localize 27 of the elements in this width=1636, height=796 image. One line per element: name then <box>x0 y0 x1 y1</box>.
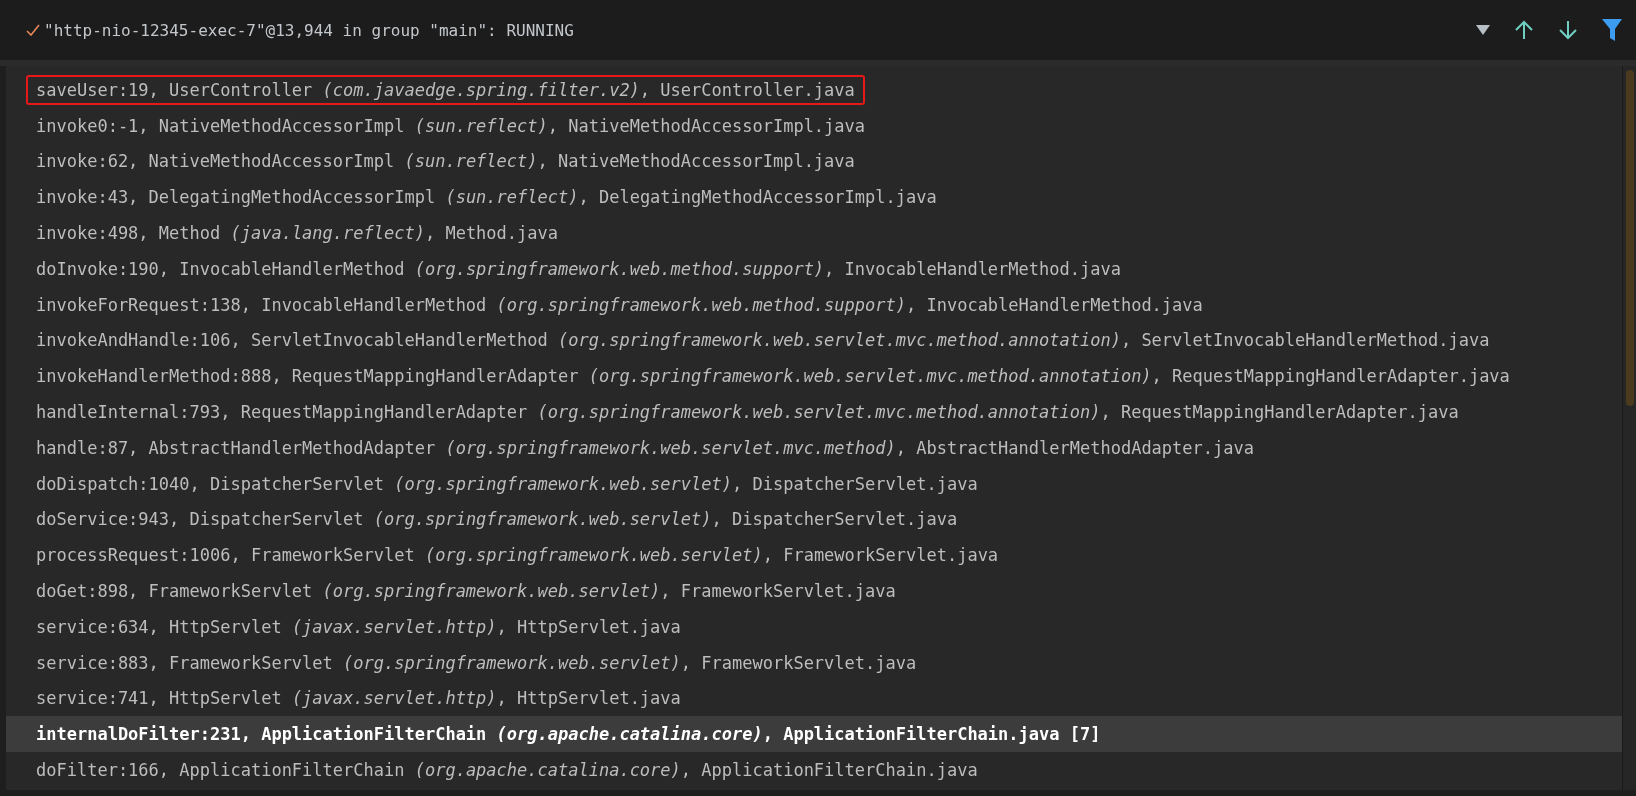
stack-frame[interactable]: service:883, FrameworkServlet (org.springframework.web.servlet), FrameworkServlet.java <box>26 647 927 678</box>
stack-frame[interactable]: doService:943, DispatcherServlet (org.springframework.web.servlet), DispatcherServlet.java <box>26 504 968 535</box>
stack-frame[interactable]: invokeAndHandle:106, ServletInvocableHandlerMethod (org.springframework.web.servlet.mvc.method.annotation), ServletInvocableHandlerMethod.java <box>26 325 1500 356</box>
stack-frame[interactable]: invokeHandlerMethod:888, RequestMappingHandlerAdapter (org.springframework.web.servlet.mvc.method.annotation), RequestMappingHandlerAdapter.java <box>26 361 1520 392</box>
stack-frame[interactable]: invoke:62, NativeMethodAccessorImpl (sun.reflect), NativeMethodAccessorImpl.java <box>26 146 865 177</box>
dropdown-button[interactable] <box>1476 24 1490 36</box>
stack-frame[interactable]: doInvoke:190, InvocableHandlerMethod (org.springframework.web.method.support), InvocableHandlerMethod.java <box>26 253 1131 284</box>
stack-frame[interactable]: doFilter:166, ApplicationFilterChain (org.apache.catalina.core), ApplicationFilterChain.java <box>26 755 988 786</box>
stack-frame[interactable]: invoke0:-1, NativeMethodAccessorImpl (sun.reflect), NativeMethodAccessorImpl.java <box>26 110 876 141</box>
stack-frame[interactable]: invokeForRequest:138, InvocableHandlerMethod (org.springframework.web.method.support), InvocableHandlerMethod.java <box>26 289 1213 320</box>
stack-frame[interactable]: processRequest:1006, FrameworkServlet (org.springframework.web.servlet), FrameworkServlet.java <box>26 540 1009 571</box>
up-arrow-button[interactable] <box>1514 20 1534 40</box>
scrollbar[interactable] <box>1622 66 1636 790</box>
stack-frame[interactable]: handleInternal:793, RequestMappingHandlerAdapter (org.springframework.web.servlet.mvc.method.annotation), RequestMappingHandlerAdapter.java <box>26 397 1469 428</box>
stack-frame[interactable]: saveUser:19, UserController (com.javaedge.spring.filter.v2), UserController.java <box>26 74 865 105</box>
check-icon <box>26 24 40 36</box>
stack-frame[interactable]: service:741, HttpServlet (javax.servlet.http), HttpServlet.java <box>26 683 691 714</box>
down-arrow-button[interactable] <box>1558 20 1578 40</box>
stack-frame[interactable]: service:634, HttpServlet (javax.servlet.http), HttpServlet.java <box>26 611 691 642</box>
stack-frame[interactable]: invoke:498, Method (java.lang.reflect), Method.java <box>26 218 568 249</box>
stack-frame[interactable]: doGet:898, FrameworkServlet (org.springframework.web.servlet), FrameworkServlet.java <box>26 576 906 607</box>
stack-frame[interactable]: doDispatch:1040, DispatcherServlet (org.springframework.web.servlet), DispatcherServlet.java <box>26 468 988 499</box>
stack-frame[interactable]: handle:87, AbstractHandlerMethodAdapter (org.springframework.web.servlet.mvc.method), AbstractHandlerMethodAdapter.java <box>26 432 1264 463</box>
stack-frame[interactable]: invoke:43, DelegatingMethodAccessorImpl (sun.reflect), DelegatingMethodAccessorImpl.java <box>26 182 947 213</box>
filter-button[interactable] <box>1602 19 1622 41</box>
scrollbar-thumb[interactable] <box>1625 70 1634 406</box>
thread-title: "http-nio-12345-exec-7"@13,944 in group "main": RUNNING <box>44 20 574 40</box>
